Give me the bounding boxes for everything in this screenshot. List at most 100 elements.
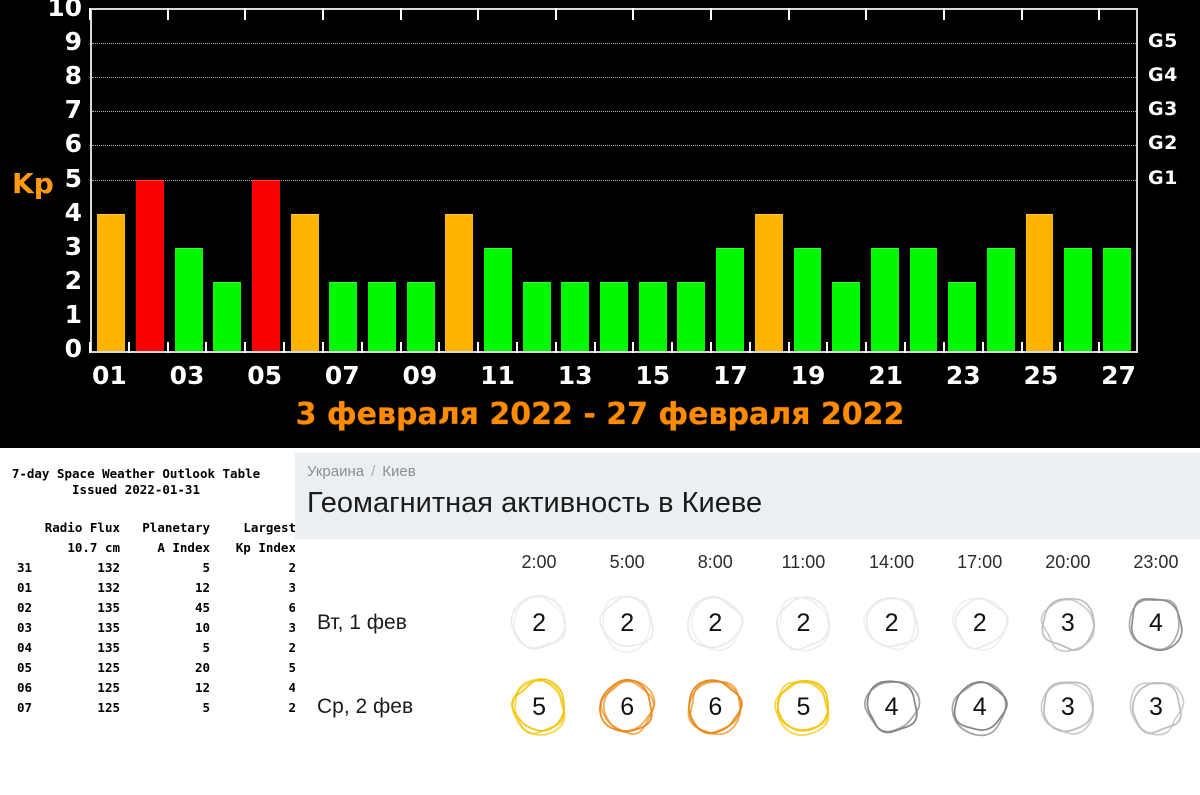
- kp-circle-icon: 4: [855, 670, 929, 744]
- geo-kp-cell[interactable]: 2: [936, 586, 1024, 660]
- bar-cell: [633, 10, 672, 351]
- chart-y-axis: 0 1 2 3 4 5 6 7 8 9 10: [0, 0, 88, 361]
- geo-kp-cell[interactable]: 2: [495, 586, 583, 660]
- g-scale-label-g3: G3: [1148, 98, 1178, 121]
- x-tick-cell: 27: [1099, 358, 1138, 394]
- outlook-cell-kp: 3: [288, 580, 295, 595]
- bar-cell: [943, 10, 982, 351]
- kp-value: 3: [1060, 692, 1075, 721]
- kp-value: 5: [532, 692, 547, 721]
- outlook-cell-flux: 125: [97, 660, 120, 675]
- bar-15: [638, 281, 667, 351]
- bar-02: [136, 179, 164, 351]
- kp-value: 4: [884, 692, 899, 721]
- x-tick-label-27: 27: [1101, 361, 1136, 390]
- geo-time-label-5-00: 5:00: [609, 551, 645, 572]
- bar-cell: [865, 10, 904, 351]
- outlook-cell-kp: 3: [288, 620, 295, 635]
- kp-value: 6: [708, 692, 723, 721]
- x-tick-cell: [827, 358, 866, 394]
- bar-21: [870, 247, 899, 351]
- bar-cell: [208, 10, 247, 351]
- geo-kp-cell[interactable]: 2: [583, 586, 671, 660]
- outlook-col-aindex-l1: Planetary: [142, 520, 210, 535]
- kp-circle-icon: 2: [502, 586, 576, 660]
- breadcrumb-country[interactable]: Украина: [307, 463, 364, 480]
- outlook-cell-aindex: 5: [202, 560, 210, 575]
- y-tick-0: 0: [64, 334, 82, 363]
- x-tick-cell: 13: [556, 358, 595, 394]
- geo-kp-cell[interactable]: 4: [1112, 586, 1200, 660]
- geo-kp-cell[interactable]: 3: [1112, 670, 1200, 744]
- outlook-table-row: 03 135 10 3: [0, 618, 295, 638]
- geo-kp-cell[interactable]: 3: [1024, 670, 1112, 744]
- bar-22: [909, 247, 938, 351]
- outlook-cell-kp: 2: [288, 560, 295, 575]
- outlook-cell-aindex: 45: [194, 600, 210, 615]
- bar-13: [561, 281, 590, 351]
- chart-bars: [92, 10, 1136, 351]
- geo-kp-cell[interactable]: 5: [759, 670, 847, 744]
- outlook-cell-date: 06: [16, 680, 32, 695]
- breadcrumb: Украина / Киев: [307, 463, 416, 480]
- bar-08: [368, 281, 396, 351]
- x-tick-cell: 05: [245, 358, 284, 394]
- outlook-cell-kp: 4: [288, 680, 295, 695]
- bar-10: [445, 213, 474, 351]
- bar-cell: [556, 10, 595, 351]
- outlook-cell-aindex: 12: [194, 680, 210, 695]
- x-tick-cell: 01: [90, 358, 129, 394]
- kp-circle-icon: 6: [590, 670, 664, 744]
- geo-time-label-8-00: 8:00: [697, 551, 733, 572]
- outlook-col-date-l2: [0, 538, 32, 558]
- geo-kp-cell[interactable]: 2: [671, 586, 759, 660]
- outlook-cell-aindex: 5: [202, 700, 210, 715]
- geo-kp-cell[interactable]: 4: [848, 670, 936, 744]
- kp-circle-icon: 2: [678, 586, 752, 660]
- outlook-table-row: 06 125 12 4: [0, 678, 295, 698]
- bar-14: [600, 281, 628, 351]
- geo-time-label-14-00: 14:00: [869, 551, 915, 572]
- geo-kp-cell[interactable]: 5: [495, 670, 583, 744]
- y-tick-10: 10: [47, 0, 82, 22]
- chart-g-scale-axis: G1 G2 G3 G4 G5: [1144, 0, 1200, 361]
- geo-kp-cell[interactable]: 2: [848, 586, 936, 660]
- geo-kp-cell[interactable]: 3: [1024, 586, 1112, 660]
- outlook-cell-date: 01: [16, 580, 32, 595]
- geo-time-label-20-00: 20:00: [1045, 551, 1091, 572]
- chart-date-range-label: 3 февраля 2022 - 27 февраля 2022: [295, 397, 905, 432]
- outlook-table-row: 07 125 5 2: [0, 698, 295, 718]
- kp-circle-icon: 3: [1119, 670, 1193, 744]
- breadcrumb-city[interactable]: Киев: [382, 463, 415, 480]
- outlook-cell-aindex: 10: [194, 620, 210, 635]
- kp-value: 2: [884, 608, 899, 637]
- geo-kp-cell[interactable]: 6: [671, 670, 759, 744]
- x-tick-label-23: 23: [945, 361, 981, 390]
- kp-value: 6: [620, 692, 635, 721]
- y-tick-8: 8: [64, 61, 82, 91]
- outlook-table-row: 04 135 5 2: [0, 638, 295, 658]
- x-tick-label-09: 09: [402, 361, 438, 390]
- geo-kp-cell[interactable]: 4: [936, 670, 1024, 744]
- x-tick-cell: 17: [711, 358, 750, 394]
- x-tick-label-15: 15: [635, 361, 671, 390]
- bar-27: [1102, 247, 1131, 351]
- outlook-table-title: 7-day Space Weather Outlook Table Issued…: [11, 466, 261, 497]
- geo-kp-cell[interactable]: 6: [583, 670, 671, 744]
- bar-04: [213, 281, 242, 351]
- geo-kp-cell[interactable]: 2: [759, 586, 847, 660]
- y-tick-7: 7: [64, 95, 82, 125]
- x-tick-cell: [439, 358, 478, 394]
- bar-20: [832, 281, 861, 351]
- bar-cell: [595, 10, 634, 351]
- chart-x-axis: 01 03 05 07 09 11 13 15 17 19 21 23 25 27: [90, 358, 1138, 394]
- x-tick-cell: 15: [633, 358, 672, 394]
- breadcrumb-separator: /: [371, 463, 376, 480]
- x-tick-label-11: 11: [480, 361, 515, 390]
- x-tick-cell: 03: [168, 358, 207, 394]
- y-tick-1: 1: [64, 299, 82, 329]
- bar-cell: [904, 10, 943, 351]
- bar-cell: [440, 10, 479, 351]
- outlook-cell-flux: 135: [97, 600, 120, 615]
- bar-09: [406, 281, 435, 351]
